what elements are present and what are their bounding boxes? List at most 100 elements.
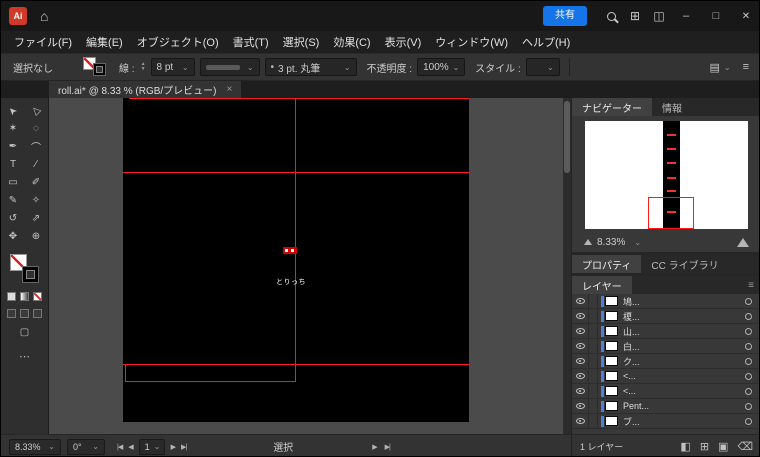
- layer-row[interactable]: 榎...: [572, 309, 759, 324]
- menu-window[interactable]: ウィンドウ(W): [428, 34, 515, 50]
- zoom-tool[interactable]: ⊕: [26, 228, 46, 245]
- stroke-width-stepper[interactable]: ▲ ▼: [141, 62, 146, 72]
- lock-toggle[interactable]: [589, 414, 598, 428]
- draw-behind-button[interactable]: [20, 309, 29, 318]
- layer-target-icon[interactable]: [745, 417, 752, 425]
- visibility-toggle[interactable]: [572, 324, 589, 338]
- layer-row[interactable]: 山...: [572, 324, 759, 339]
- canvas[interactable]: とりっち: [49, 98, 563, 434]
- lock-toggle[interactable]: [589, 294, 598, 308]
- minimize-button[interactable]: –: [671, 1, 701, 31]
- zoom-select[interactable]: 8.33% ⌄: [9, 438, 61, 455]
- visibility-toggle[interactable]: [572, 414, 589, 428]
- type-tool[interactable]: T: [3, 156, 23, 173]
- layer-name[interactable]: <...: [623, 371, 745, 381]
- prev-artboard-icon[interactable]: ◀: [128, 443, 133, 451]
- visibility-toggle[interactable]: [572, 369, 589, 383]
- menu-effect[interactable]: 効果(C): [326, 34, 377, 50]
- layer-name[interactable]: 榎...: [623, 310, 745, 323]
- layer-target-icon[interactable]: [745, 402, 752, 410]
- pencil-tool[interactable]: ✎: [3, 192, 23, 209]
- tab-info[interactable]: 情報: [652, 98, 692, 116]
- navigator-preview[interactable]: [585, 121, 748, 229]
- zoom-out-icon[interactable]: [584, 239, 592, 245]
- rotate-tool[interactable]: ↺: [3, 210, 23, 227]
- layer-thumbnail[interactable]: [605, 296, 618, 306]
- layer-name[interactable]: Pent...: [623, 401, 745, 411]
- lock-toggle[interactable]: [589, 369, 598, 383]
- draw-normal-button[interactable]: [7, 309, 16, 318]
- visibility-toggle[interactable]: [572, 309, 589, 323]
- next-artboard-icon[interactable]: ▶: [171, 443, 176, 451]
- line-segment-tool[interactable]: ∕: [26, 156, 46, 173]
- menu-select[interactable]: 選択(S): [276, 34, 327, 50]
- visibility-toggle[interactable]: [572, 354, 589, 368]
- gradient-button[interactable]: [20, 292, 29, 301]
- layer-name[interactable]: <...: [623, 386, 745, 396]
- new-sublayer-button[interactable]: ⊞: [700, 440, 709, 453]
- rectangle-tool[interactable]: ▭: [3, 174, 23, 191]
- menu-object[interactable]: オブジェクト(O): [130, 34, 226, 50]
- layer-thumbnail[interactable]: [605, 386, 618, 396]
- lock-toggle[interactable]: [589, 324, 598, 338]
- layer-name[interactable]: 山...: [623, 325, 745, 338]
- scrollbar-thumb[interactable]: [564, 101, 570, 173]
- none-button[interactable]: [33, 292, 42, 301]
- layer-row[interactable]: ク...: [572, 354, 759, 369]
- menu-edit[interactable]: 編集(E): [79, 34, 130, 50]
- first-artboard-icon[interactable]: |◀: [117, 443, 123, 451]
- new-layer-button[interactable]: ▣: [718, 440, 728, 453]
- tab-layers[interactable]: レイヤー: [572, 276, 632, 294]
- hand-tool[interactable]: ✥: [3, 228, 23, 245]
- layer-name[interactable]: ブ...: [623, 415, 745, 428]
- visibility-toggle[interactable]: [572, 399, 589, 413]
- arrange-documents-icon[interactable]: ◫: [647, 1, 671, 31]
- layer-target-icon[interactable]: [745, 357, 752, 365]
- home-icon[interactable]: ⌂: [40, 8, 48, 24]
- layer-thumbnail[interactable]: [605, 356, 618, 366]
- vertical-scrollbar[interactable]: [563, 98, 571, 434]
- brush-definition-dropdown[interactable]: • 3 pt. 丸筆 ⌄: [264, 58, 357, 76]
- curvature-tool[interactable]: ⌒: [26, 138, 46, 155]
- opacity-input[interactable]: 100% ⌄: [417, 58, 466, 76]
- layer-row[interactable]: Pent...: [572, 399, 759, 414]
- status-arrow-icon[interactable]: ▶: [372, 443, 377, 451]
- stroke-color-swatch[interactable]: [21, 266, 39, 283]
- rotation-select[interactable]: 0° ⌄: [67, 438, 105, 455]
- panel-menu-icon[interactable]: ≡: [748, 276, 759, 294]
- color-button[interactable]: [7, 292, 16, 301]
- layer-thumbnail[interactable]: [605, 416, 618, 426]
- lock-toggle[interactable]: [589, 354, 598, 368]
- layer-target-icon[interactable]: [745, 297, 752, 305]
- screen-mode-button[interactable]: ▢: [20, 327, 29, 338]
- stroke-swatch[interactable]: [93, 63, 106, 76]
- clipping-mask-button[interactable]: ◧: [680, 440, 690, 453]
- layer-row[interactable]: ブ...: [572, 414, 759, 429]
- visibility-toggle[interactable]: [572, 339, 589, 353]
- layer-thumbnail[interactable]: [605, 401, 618, 411]
- layer-target-icon[interactable]: [745, 327, 752, 335]
- lock-toggle[interactable]: [589, 309, 598, 323]
- layer-row[interactable]: 鳩...: [572, 294, 759, 309]
- layer-name[interactable]: ク...: [623, 355, 745, 368]
- layer-target-icon[interactable]: [745, 372, 752, 380]
- control-menu-icon[interactable]: ≡: [743, 61, 749, 73]
- tab-close-icon[interactable]: ×: [227, 84, 233, 95]
- share-button[interactable]: 共有: [543, 6, 587, 26]
- layer-thumbnail[interactable]: [605, 311, 618, 321]
- menu-file[interactable]: ファイル(F): [7, 34, 79, 50]
- menu-type[interactable]: 書式(T): [226, 34, 276, 50]
- layer-name[interactable]: 鳩...: [623, 295, 745, 308]
- visibility-toggle[interactable]: [572, 294, 589, 308]
- layer-thumbnail[interactable]: [605, 371, 618, 381]
- lock-toggle[interactable]: [589, 384, 598, 398]
- tab-navigator[interactable]: ナビゲーター: [572, 98, 652, 116]
- stroke-width-input[interactable]: 8 pt ⌄: [150, 58, 195, 76]
- layer-target-icon[interactable]: [745, 312, 752, 320]
- status-arrow-end-icon[interactable]: ▶|: [385, 443, 391, 451]
- scale-tool[interactable]: ⇗: [26, 210, 46, 227]
- edit-toolbar-button[interactable]: ⋯: [19, 350, 30, 363]
- layer-name[interactable]: 白...: [623, 340, 745, 353]
- document-tab[interactable]: roll.ai* @ 8.33 % (RGB/プレビュー) ×: [49, 81, 242, 98]
- paintbrush-tool[interactable]: ✐: [26, 174, 46, 191]
